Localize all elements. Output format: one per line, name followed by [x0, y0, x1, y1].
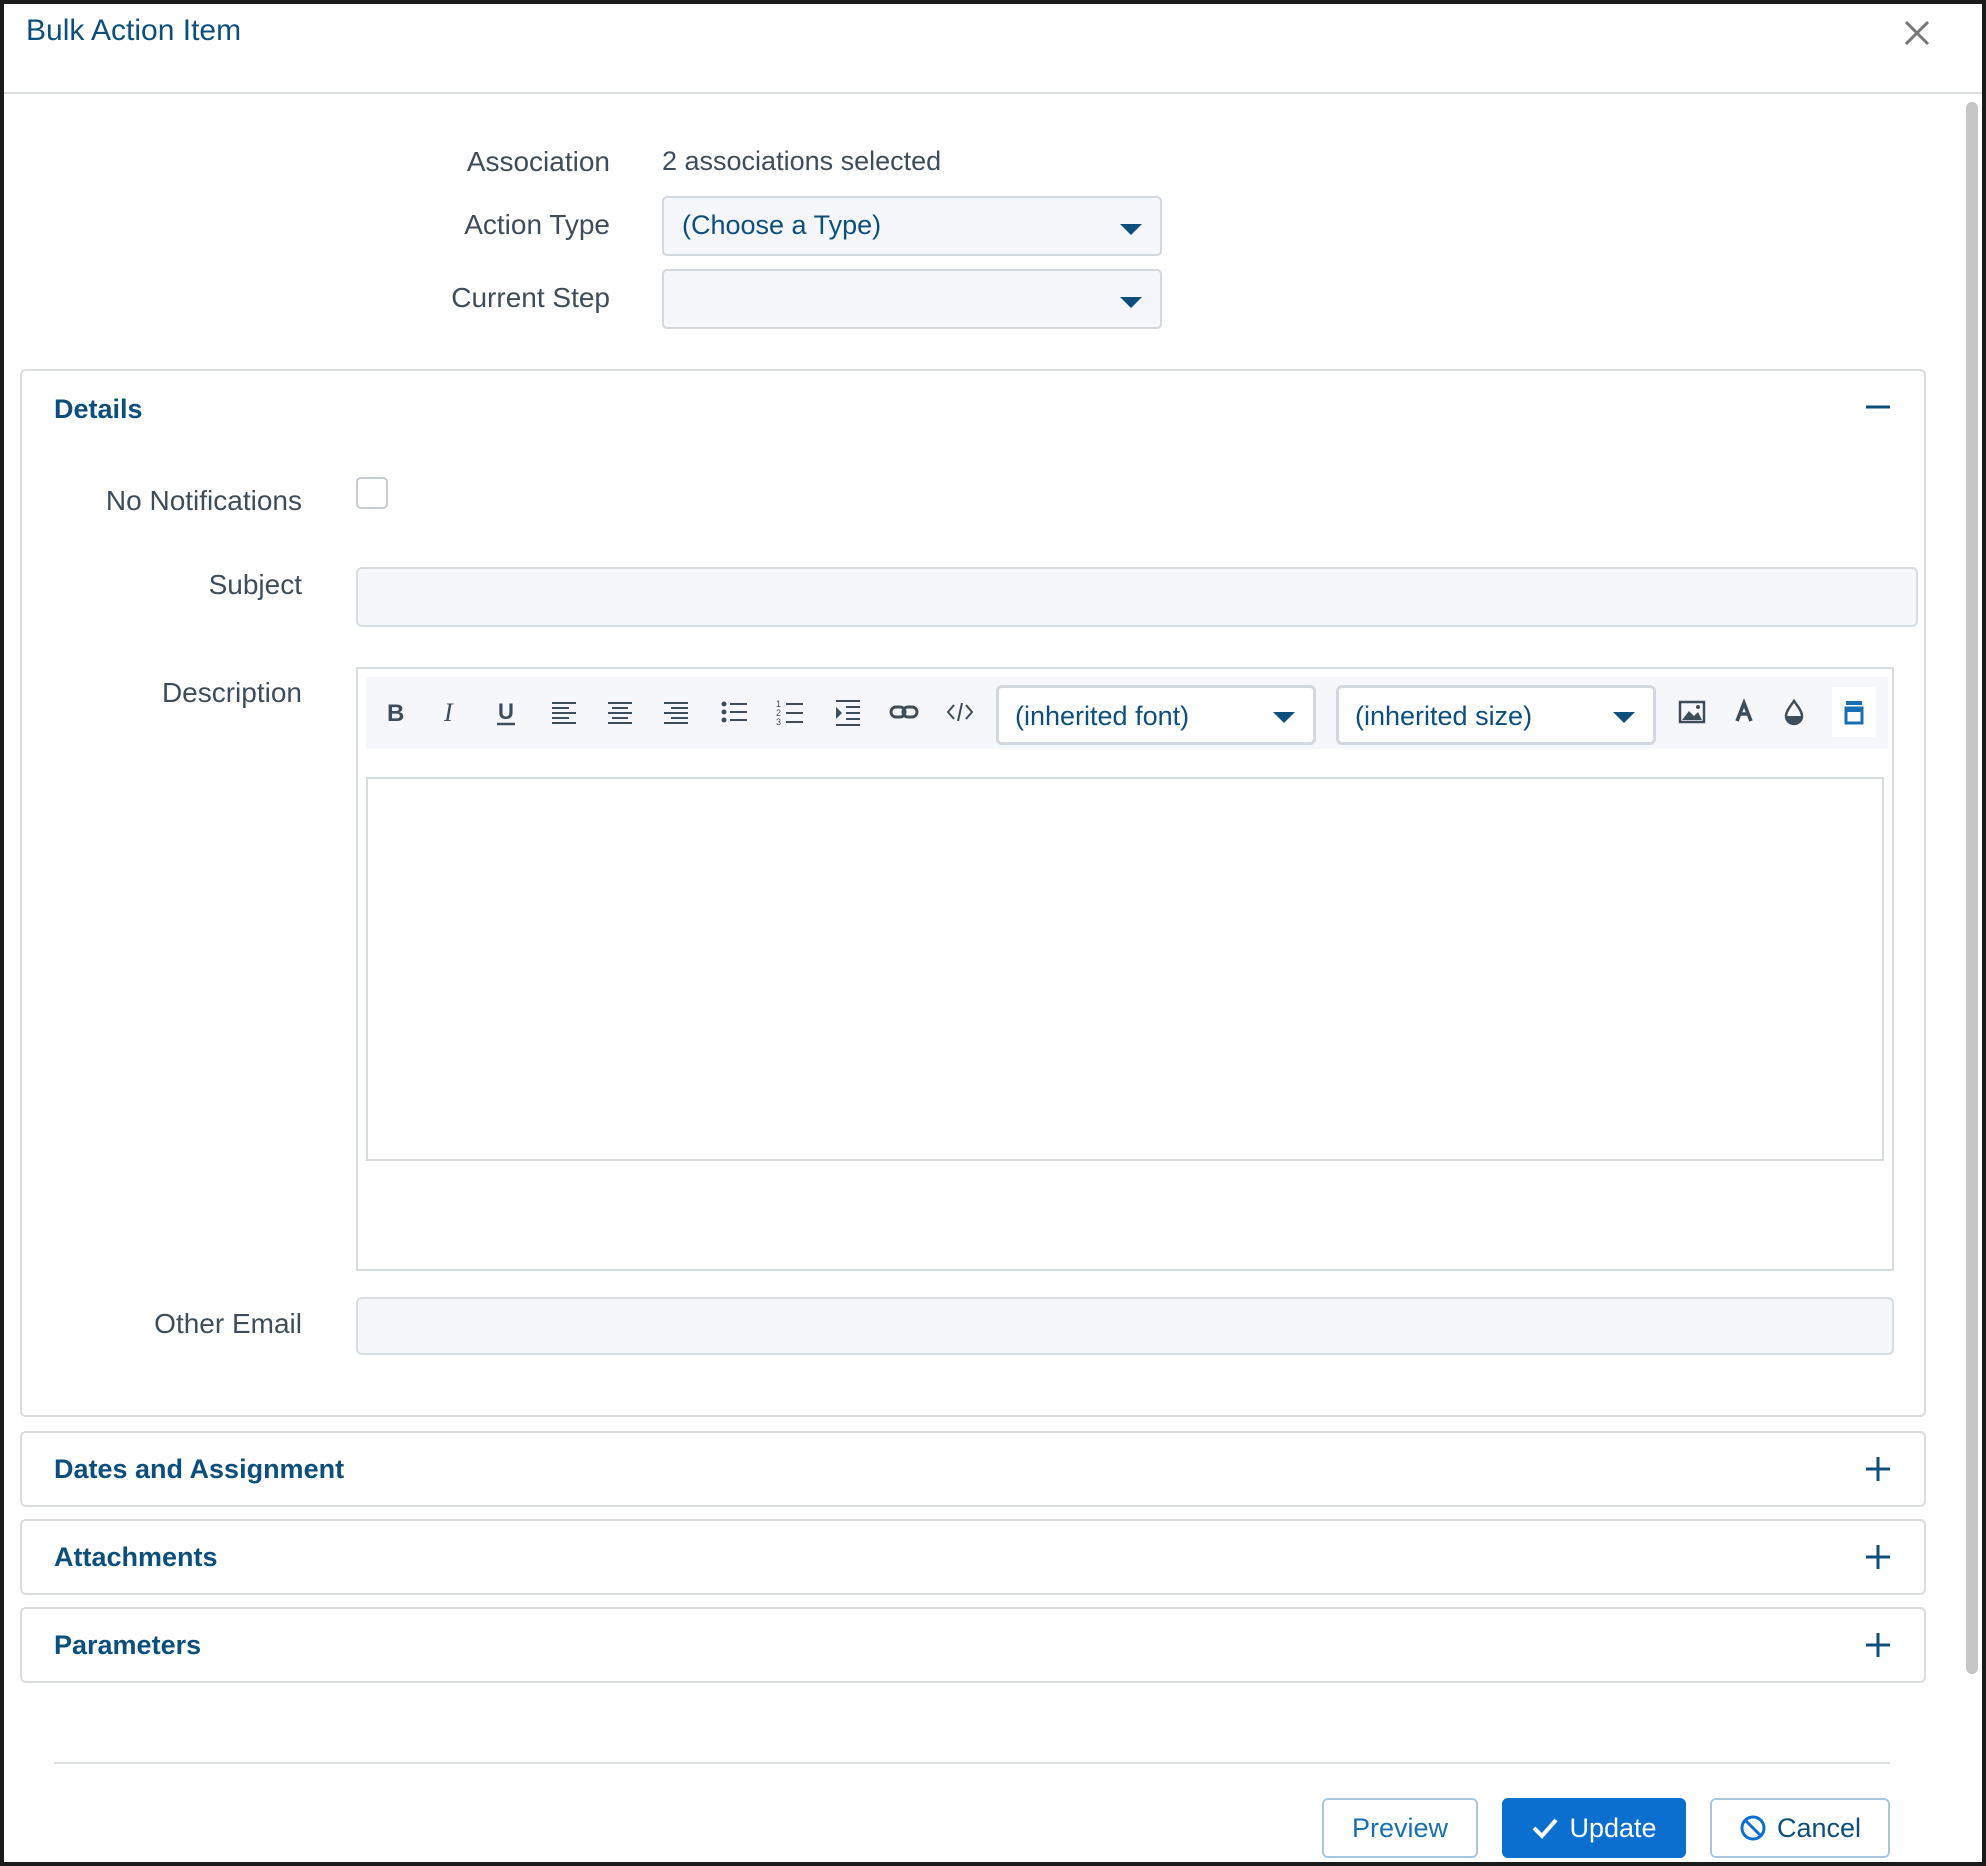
preview-label: Preview — [1351, 1812, 1449, 1843]
cancel-button[interactable]: Cancel — [1710, 1798, 1890, 1858]
description-edit-area[interactable] — [366, 777, 1884, 1161]
bold-button[interactable]: B — [372, 687, 416, 737]
caret-down-icon — [1273, 712, 1295, 723]
background-color-icon — [1784, 698, 1804, 726]
parameters-panel[interactable]: Parameters — [20, 1607, 1926, 1683]
subject-input[interactable] — [356, 567, 1918, 627]
no-notifications-checkbox[interactable] — [356, 477, 388, 509]
font-size-value: (inherited size) — [1355, 701, 1533, 731]
fullscreen-button[interactable] — [1832, 687, 1876, 737]
svg-text:B: B — [387, 700, 404, 727]
plus-icon — [1866, 1545, 1890, 1569]
attachments-title: Attachments — [54, 1542, 218, 1572]
association-value: 2 associations selected — [662, 146, 942, 176]
link-icon — [889, 705, 919, 719]
editor-toolbar: B I U 1 2 3 (inherited font) (inherited … — [366, 677, 1888, 749]
update-label: Update — [1569, 1812, 1657, 1843]
ban-icon — [1740, 1815, 1766, 1841]
background-color-button[interactable] — [1772, 687, 1816, 737]
attachments-expand-button[interactable] — [1864, 1543, 1892, 1571]
caret-down-icon — [1613, 712, 1635, 723]
font-color-icon — [1735, 698, 1753, 722]
svg-text:U: U — [498, 699, 514, 724]
preview-button[interactable]: Preview — [1322, 1798, 1478, 1858]
dates-assignment-panel[interactable]: Dates and Assignment — [20, 1431, 1926, 1507]
italic-icon: I — [443, 698, 454, 727]
code-button[interactable] — [938, 687, 982, 737]
indent-icon — [836, 700, 860, 726]
font-family-value: (inherited font) — [1015, 701, 1190, 731]
indent-button[interactable] — [826, 687, 870, 737]
font-family-select[interactable]: (inherited font) — [996, 685, 1316, 745]
update-button[interactable]: Update — [1502, 1798, 1686, 1858]
plus-icon — [1866, 1633, 1890, 1657]
parameters-expand-button[interactable] — [1864, 1631, 1892, 1659]
details-panel: Details No Notifications Subject Descrip… — [20, 369, 1926, 1417]
align-right-icon — [664, 702, 688, 724]
bullet-list-icon — [721, 701, 747, 723]
align-center-button[interactable] — [598, 687, 642, 737]
plus-icon — [1866, 1457, 1890, 1481]
image-icon — [1678, 700, 1706, 724]
font-size-select[interactable]: (inherited size) — [1336, 685, 1656, 745]
no-notifications-label: No Notifications — [105, 485, 302, 516]
numbered-list-button[interactable]: 123 — [768, 687, 812, 737]
cancel-label: Cancel — [1776, 1812, 1862, 1843]
align-right-button[interactable] — [654, 687, 698, 737]
association-label: Association — [466, 146, 610, 177]
svg-text:3: 3 — [776, 717, 781, 727]
numbered-list-icon: 123 — [776, 699, 803, 727]
font-color-button[interactable] — [1722, 687, 1766, 737]
code-icon — [946, 702, 974, 722]
close-button[interactable] — [1902, 18, 1932, 48]
minus-icon — [1866, 405, 1890, 409]
action-type-label: Action Type — [464, 209, 610, 240]
bulk-action-item-dialog: Bulk Action Item Association 2 associati… — [0, 0, 1986, 1866]
caret-down-icon — [1120, 224, 1142, 235]
align-left-icon — [552, 702, 576, 724]
other-email-input[interactable] — [356, 1297, 1894, 1355]
action-type-select[interactable]: (Choose a Type) — [662, 196, 1162, 256]
dialog-title: Bulk Action Item — [26, 14, 242, 47]
scrollbar-thumb[interactable] — [1966, 102, 1978, 1674]
dates-expand-button[interactable] — [1864, 1455, 1892, 1483]
italic-button[interactable]: I — [428, 687, 472, 737]
underline-icon: U — [497, 699, 515, 726]
footer-divider — [54, 1762, 1890, 1764]
check-icon — [1533, 1818, 1558, 1839]
attachments-panel[interactable]: Attachments — [20, 1519, 1926, 1595]
other-email-label: Other Email — [154, 1308, 302, 1339]
dialog-header: Bulk Action Item — [4, 4, 1982, 94]
insert-image-button[interactable] — [1670, 687, 1714, 737]
dates-assignment-title: Dates and Assignment — [54, 1454, 345, 1484]
current-step-select[interactable] — [662, 269, 1162, 329]
subject-label: Subject — [208, 569, 302, 600]
svg-text:I: I — [443, 698, 454, 727]
close-icon — [1904, 20, 1930, 46]
details-collapse-button[interactable] — [1864, 393, 1892, 421]
bullet-list-button[interactable] — [712, 687, 756, 737]
underline-button[interactable]: U — [484, 687, 528, 737]
parameters-title: Parameters — [54, 1630, 202, 1660]
align-center-icon — [608, 702, 632, 724]
align-left-button[interactable] — [542, 687, 586, 737]
description-label: Description — [161, 677, 302, 708]
caret-down-icon — [1120, 297, 1142, 308]
action-type-value: (Choose a Type) — [682, 210, 882, 240]
bold-icon: B — [387, 700, 404, 727]
description-editor: B I U 1 2 3 (inherited font) (inherited … — [356, 667, 1894, 1271]
fullscreen-icon — [1844, 701, 1864, 725]
details-panel-title: Details — [54, 394, 143, 424]
current-step-label: Current Step — [451, 282, 610, 313]
scrollbar[interactable] — [1962, 98, 1980, 1678]
link-button[interactable] — [882, 687, 926, 737]
